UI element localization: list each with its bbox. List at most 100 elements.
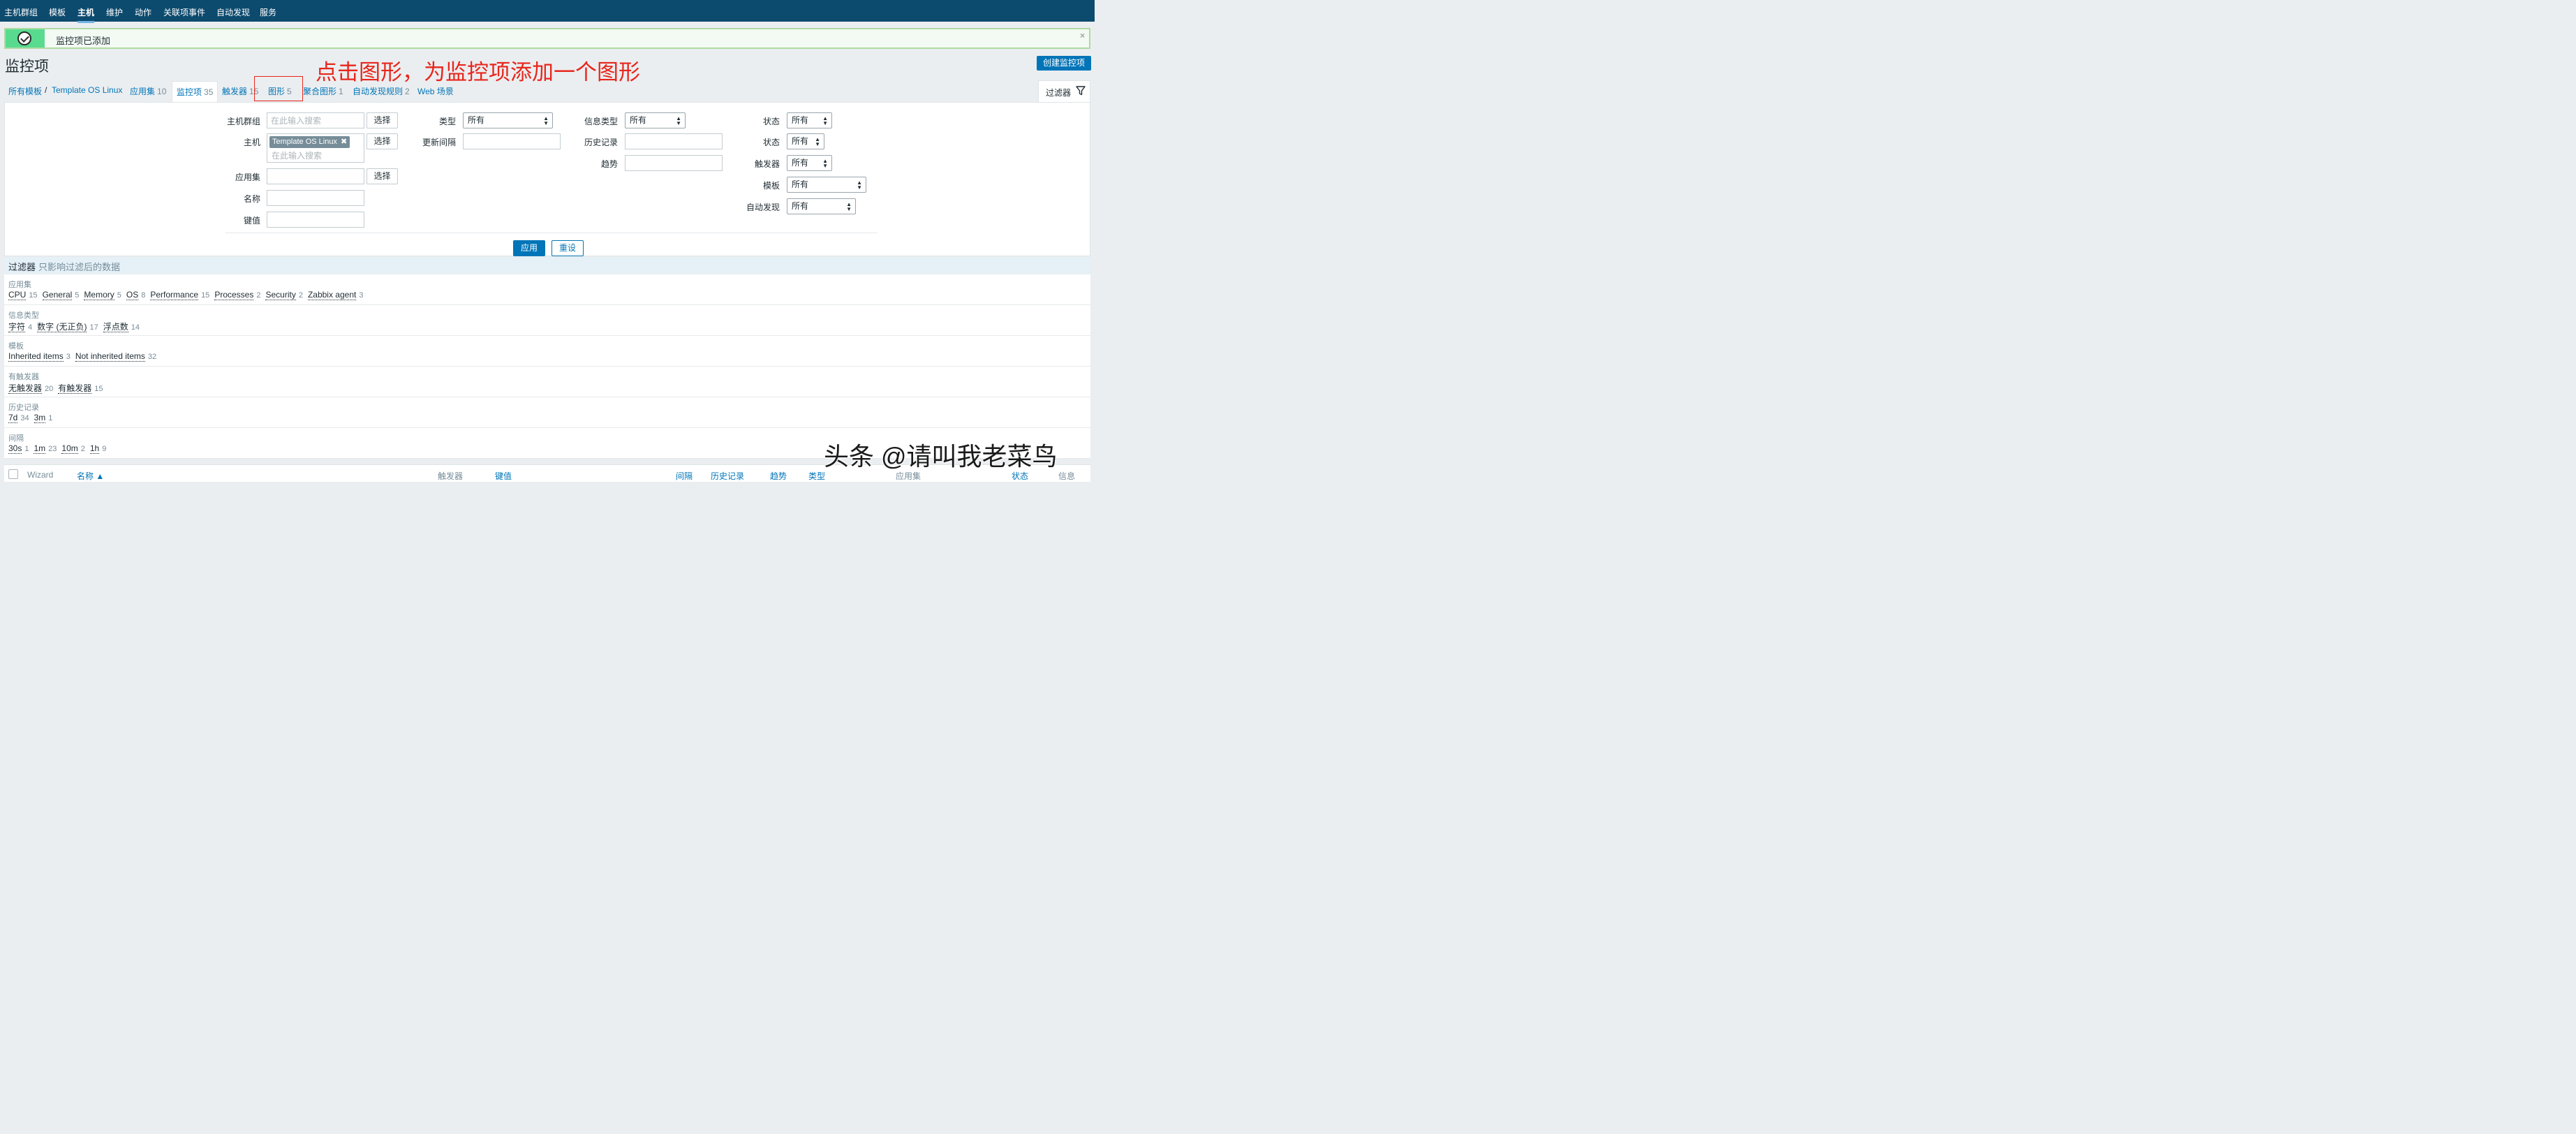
host-multiselect[interactable]: Template OS Linux ✖ 在此输入搜索 bbox=[267, 133, 364, 163]
select-all-checkbox[interactable] bbox=[8, 469, 18, 479]
subfilter-item[interactable]: 1m 23 bbox=[34, 443, 57, 454]
subfilter-item[interactable]: Not inherited items 32 bbox=[75, 351, 156, 362]
subfilter-item-name: CPU bbox=[8, 290, 27, 300]
triggers-select[interactable]: 所有 ▲ ▼ bbox=[787, 155, 832, 171]
subfilter-item[interactable]: 30s 1 bbox=[8, 443, 29, 454]
subfilter-item[interactable]: Security 2 bbox=[265, 290, 303, 300]
col-key[interactable]: 键值 bbox=[495, 470, 512, 482]
col-type[interactable]: 类型 bbox=[808, 470, 825, 482]
tab-items[interactable]: 监控项 35 bbox=[172, 81, 219, 102]
host-group-select-button[interactable]: 选择 bbox=[367, 112, 398, 128]
nav-maintenance[interactable]: 维护 bbox=[106, 6, 123, 18]
history-input[interactable] bbox=[625, 133, 723, 149]
subfilter-item[interactable]: Memory 5 bbox=[84, 290, 121, 300]
subfilter-item[interactable]: 1h 9 bbox=[89, 443, 106, 454]
annotation-highlight-box bbox=[254, 76, 303, 101]
close-icon[interactable]: × bbox=[1080, 31, 1085, 40]
subfilter-item[interactable]: Zabbix agent 3 bbox=[307, 290, 364, 300]
key-label: 键值 bbox=[243, 216, 260, 226]
subfilter-item-name: Performance bbox=[150, 290, 199, 300]
subfilter-item-count: 1 bbox=[24, 445, 29, 453]
nav-hosts[interactable]: 主机 bbox=[77, 6, 95, 23]
application-input[interactable] bbox=[267, 168, 364, 184]
col-trends[interactable]: 趋势 bbox=[770, 470, 787, 482]
subfilter-item[interactable]: 10m 2 bbox=[61, 443, 85, 454]
state-select[interactable]: 所有 ▲ ▼ bbox=[787, 112, 832, 128]
subfilter-subtitle: 只影响过滤后的数据 bbox=[38, 262, 121, 272]
subfilter-item-count: 3 bbox=[359, 291, 364, 300]
col-interval[interactable]: 间隔 bbox=[676, 470, 693, 482]
template-select[interactable]: 所有 ▲ ▼ bbox=[787, 177, 866, 193]
tab-discovery-rules[interactable]: 自动发现规则 2 bbox=[353, 85, 410, 97]
filter-tab[interactable]: 过滤器 bbox=[1038, 80, 1090, 103]
nav-host-groups[interactable]: 主机群组 bbox=[4, 6, 38, 18]
subfilter-item[interactable]: 3m 1 bbox=[34, 413, 52, 423]
nav-correlation[interactable]: 关联项事件 bbox=[163, 6, 205, 18]
history-label: 历史记录 bbox=[584, 138, 618, 147]
nav-discovery[interactable]: 自动发现 bbox=[216, 6, 250, 18]
breadcrumb-template[interactable]: Template OS Linux bbox=[52, 85, 122, 95]
subfilter-item-name: Not inherited items bbox=[75, 351, 145, 362]
success-message-text: 监控项已添加 bbox=[56, 36, 111, 46]
subfilter-item[interactable]: Performance 15 bbox=[150, 290, 209, 300]
subfilter-item[interactable]: 浮点数 14 bbox=[103, 322, 140, 332]
tab-count: 10 bbox=[157, 87, 167, 96]
subfilter-item-count: 2 bbox=[256, 291, 261, 300]
tab-web-scenarios[interactable]: Web 场景 bbox=[417, 85, 454, 97]
tab-count: 35 bbox=[204, 87, 214, 97]
chevron-updown-icon: ▲ ▼ bbox=[822, 115, 828, 126]
watermark-text: 头条 @请叫我老菜鸟 bbox=[824, 442, 1058, 471]
subfilter-item[interactable]: OS 8 bbox=[126, 290, 145, 300]
subfilter-item[interactable]: Processes 2 bbox=[214, 290, 260, 300]
tab-screens[interactable]: 聚合图形 1 bbox=[303, 85, 343, 97]
status-select-value: 所有 bbox=[792, 136, 809, 146]
subfilter-item[interactable]: 字符 4 bbox=[8, 322, 32, 332]
subfilter-item[interactable]: 7d 34 bbox=[8, 413, 29, 423]
subfilter-item-name: Zabbix agent bbox=[307, 290, 357, 300]
update-interval-input[interactable] bbox=[463, 133, 561, 149]
tab-triggers[interactable]: 触发器 15 bbox=[222, 85, 258, 97]
tab-applications[interactable]: 应用集 10 bbox=[130, 85, 166, 97]
host-chip-label: Template OS Linux bbox=[272, 138, 337, 146]
subfilter-item-name: 10m bbox=[61, 443, 78, 454]
success-icon-box bbox=[6, 29, 45, 47]
subfilter-item[interactable]: 有触发器 15 bbox=[58, 383, 103, 394]
apply-button[interactable]: 应用 bbox=[513, 240, 545, 256]
subfilter-item-name: OS bbox=[126, 290, 139, 300]
breadcrumb-all-templates[interactable]: 所有模板 bbox=[8, 85, 42, 97]
key-input[interactable] bbox=[267, 212, 364, 228]
subfilter-item-count: 15 bbox=[94, 385, 103, 393]
subfilter-item-count: 5 bbox=[75, 291, 80, 300]
remove-chip-icon[interactable]: ✖ bbox=[341, 138, 347, 146]
tab-label: 应用集 bbox=[130, 87, 156, 96]
subfilter-items: Inherited items 3 Not inherited items 32 bbox=[8, 351, 161, 362]
nav-templates[interactable]: 模板 bbox=[49, 6, 66, 18]
subfilter-item[interactable]: 数字 (无正负) 17 bbox=[37, 322, 98, 332]
subfilter-item[interactable]: 无触发器 20 bbox=[8, 383, 54, 394]
subfilter-item[interactable]: CPU 15 bbox=[8, 290, 38, 300]
subfilter-item-name: Security bbox=[265, 290, 296, 300]
status-select[interactable]: 所有 ▲ ▼ bbox=[787, 133, 824, 149]
subfilter-section: 有触发器 无触发器 20 有触发器 15 bbox=[4, 367, 1090, 397]
name-input[interactable] bbox=[267, 190, 364, 206]
nav-actions[interactable]: 动作 bbox=[135, 6, 151, 18]
host-select-button[interactable]: 选择 bbox=[367, 133, 398, 149]
col-history[interactable]: 历史记录 bbox=[711, 470, 744, 482]
subfilter-section-label: 应用集 bbox=[8, 281, 31, 289]
discovery-select[interactable]: 所有 ▲ ▼ bbox=[787, 198, 856, 214]
type-select[interactable]: 所有 ▲ ▼ bbox=[463, 112, 553, 128]
trends-input[interactable] bbox=[625, 155, 723, 171]
nav-services[interactable]: 服务 bbox=[260, 6, 276, 18]
subfilter-items: 无触发器 20 有触发器 15 bbox=[8, 382, 108, 394]
subfilter-item-count: 20 bbox=[45, 385, 54, 393]
create-item-button[interactable]: 创建监控项 bbox=[1037, 56, 1091, 71]
tab-count: 2 bbox=[405, 87, 410, 96]
application-select-button[interactable]: 选择 bbox=[367, 168, 398, 184]
subfilter-item[interactable]: Inherited items 3 bbox=[8, 351, 71, 362]
host-group-input[interactable] bbox=[267, 112, 364, 128]
subfilter-item[interactable]: General 5 bbox=[42, 290, 80, 300]
info-type-select[interactable]: 所有 ▲ ▼ bbox=[625, 112, 686, 128]
reset-button[interactable]: 重设 bbox=[552, 240, 584, 256]
subfilter-item-name: 1h bbox=[89, 443, 100, 454]
col-name[interactable]: 名称 ▲ bbox=[77, 470, 104, 482]
